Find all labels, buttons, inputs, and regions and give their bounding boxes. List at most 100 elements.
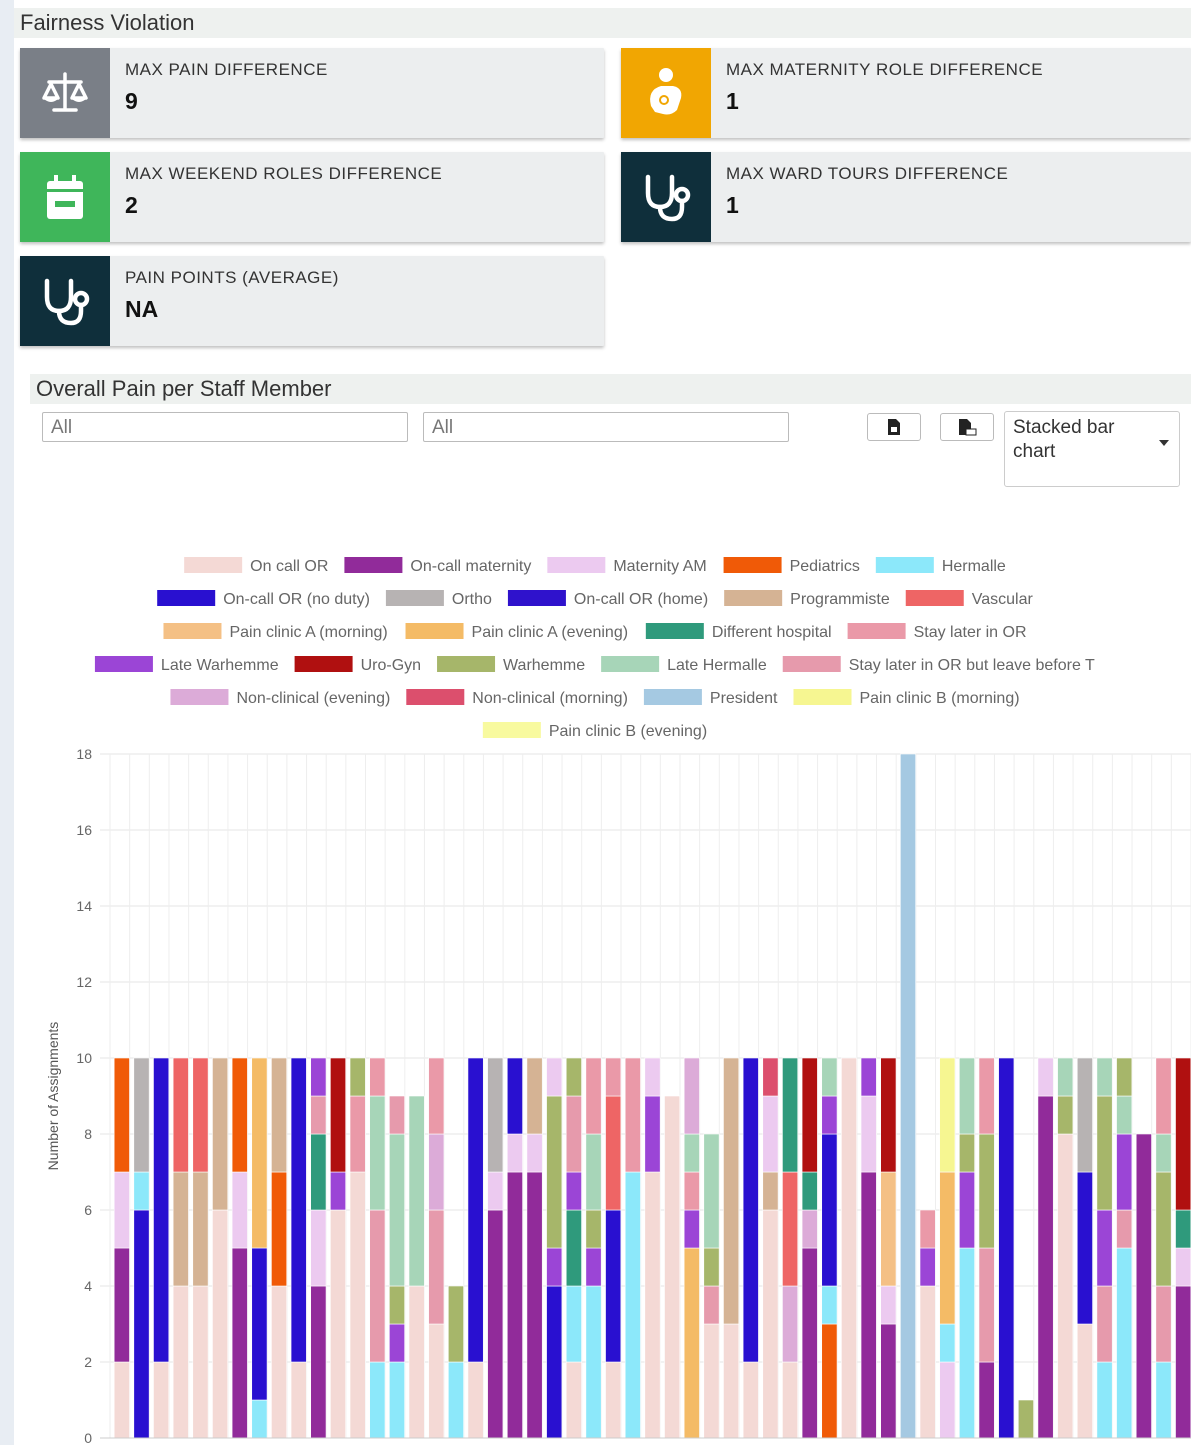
- bar-segment: [1155, 1057, 1172, 1135]
- bar-segment: [565, 1057, 582, 1097]
- bar-segment: [1096, 1057, 1113, 1097]
- bar-segment: [212, 1209, 229, 1439]
- chevron-down-icon: [1159, 440, 1169, 446]
- legend-swatch: [385, 590, 444, 606]
- bar-segment: [801, 1171, 818, 1211]
- bar-segment: [172, 1057, 189, 1173]
- bar-segment: [546, 1095, 563, 1249]
- card-value: 1: [726, 88, 739, 114]
- bar-segment: [821, 1323, 838, 1439]
- bar-segment: [860, 1057, 877, 1097]
- legend-swatch: [344, 557, 403, 573]
- bar-segment: [880, 1323, 897, 1439]
- y-tick-label: 10: [76, 1050, 92, 1066]
- card-value: 1: [726, 192, 739, 218]
- max-pain-difference-card: MAX PAIN DIFFERENCE 9: [20, 48, 604, 138]
- bar-segment: [172, 1285, 189, 1439]
- y-tick-label: 12: [76, 974, 92, 990]
- export-png-button[interactable]: [867, 413, 921, 441]
- bar-segment: [546, 1285, 563, 1439]
- bar-segment: [1175, 1209, 1191, 1249]
- bar-segment: [487, 1057, 504, 1173]
- bar-segment: [290, 1361, 307, 1439]
- stethoscope-icon: [621, 152, 711, 242]
- bar-segment: [133, 1209, 150, 1439]
- legend-swatch: [405, 623, 464, 639]
- y-tick-label: 6: [84, 1202, 92, 1218]
- pain-chart-title: Overall Pain per Staff Member: [30, 374, 1191, 404]
- bar-segment: [192, 1171, 209, 1287]
- legend-swatch: [723, 557, 782, 573]
- bar-segment: [447, 1361, 464, 1439]
- legend-swatch: [793, 689, 852, 705]
- bar-segment: [251, 1057, 268, 1249]
- bar-segment: [1116, 1247, 1133, 1439]
- bar-segment: [959, 1247, 975, 1439]
- bar-segment: [585, 1285, 602, 1439]
- bar-segment: [1076, 1171, 1093, 1325]
- legend-swatch: [724, 590, 783, 606]
- bar-segment: [565, 1209, 582, 1287]
- y-tick-label: 16: [76, 822, 92, 838]
- staff-filter-select[interactable]: All: [42, 412, 408, 442]
- role-filter-select[interactable]: All: [423, 412, 789, 442]
- bar-segment: [369, 1095, 386, 1211]
- bar-segment: [762, 1095, 779, 1173]
- bar-segment: [172, 1171, 189, 1287]
- bar-segment: [1057, 1095, 1074, 1135]
- card-label: MAX WEEKEND ROLES DIFFERENCE: [125, 164, 443, 183]
- bar-segment: [1076, 1323, 1093, 1439]
- bar-segment: [389, 1361, 405, 1439]
- bar-segment: [212, 1057, 229, 1211]
- bar-segment: [565, 1361, 582, 1439]
- bar-segment: [447, 1285, 464, 1363]
- bar-segment: [133, 1171, 150, 1211]
- legend-label: Different hospital: [712, 624, 832, 641]
- bar-segment: [133, 1057, 150, 1173]
- legend-swatch: [601, 656, 660, 672]
- bar-segment: [683, 1133, 700, 1173]
- export-csv-button[interactable]: [940, 413, 994, 441]
- bar-segment: [565, 1171, 582, 1211]
- bar-segment: [703, 1285, 720, 1325]
- bar-segment: [1116, 1209, 1133, 1249]
- bar-segment: [723, 1323, 740, 1439]
- bar-segment: [1017, 1399, 1034, 1439]
- bar-segment: [683, 1057, 700, 1135]
- bar-segment: [919, 1247, 936, 1287]
- bar-segment: [762, 1209, 779, 1439]
- bar-segment: [605, 1361, 622, 1439]
- y-tick-label: 4: [84, 1278, 92, 1294]
- chart-type-select[interactable]: Stacked bar chart: [1004, 411, 1180, 487]
- bar-segment: [821, 1057, 838, 1097]
- bar-segment: [585, 1247, 602, 1287]
- legend-swatch: [782, 656, 841, 672]
- legend-label: On-call OR (no duty): [223, 591, 370, 608]
- bar-segment: [644, 1171, 661, 1439]
- bar-segment: [506, 1133, 523, 1173]
- nursing-mother-icon: [621, 48, 711, 138]
- bar-segment: [939, 1057, 956, 1173]
- bar-segment: [624, 1057, 641, 1173]
- bar-segment: [978, 1247, 995, 1363]
- bar-segment: [389, 1285, 405, 1325]
- y-axis-label: Number of Assignments: [45, 1022, 61, 1171]
- legend-label: Ortho: [452, 591, 492, 608]
- bar-segment: [231, 1171, 248, 1249]
- stethoscope-icon: [20, 256, 110, 346]
- legend-label: Stay later in OR: [914, 624, 1027, 641]
- bar-segment: [939, 1323, 956, 1363]
- bar-segment: [821, 1095, 838, 1135]
- bar-segment: [1096, 1209, 1113, 1287]
- bar-segment: [369, 1057, 386, 1097]
- legend-label: Non-clinical (morning): [472, 690, 628, 707]
- bar-segment: [782, 1057, 799, 1173]
- bar-segment: [1116, 1057, 1133, 1097]
- bar-segment: [860, 1095, 877, 1173]
- bar-segment: [1116, 1133, 1133, 1211]
- card-value: NA: [125, 296, 159, 322]
- bar-segment: [271, 1057, 288, 1173]
- bar-segment: [644, 1057, 661, 1097]
- bar-segment: [349, 1171, 366, 1439]
- bar-segment: [703, 1133, 720, 1249]
